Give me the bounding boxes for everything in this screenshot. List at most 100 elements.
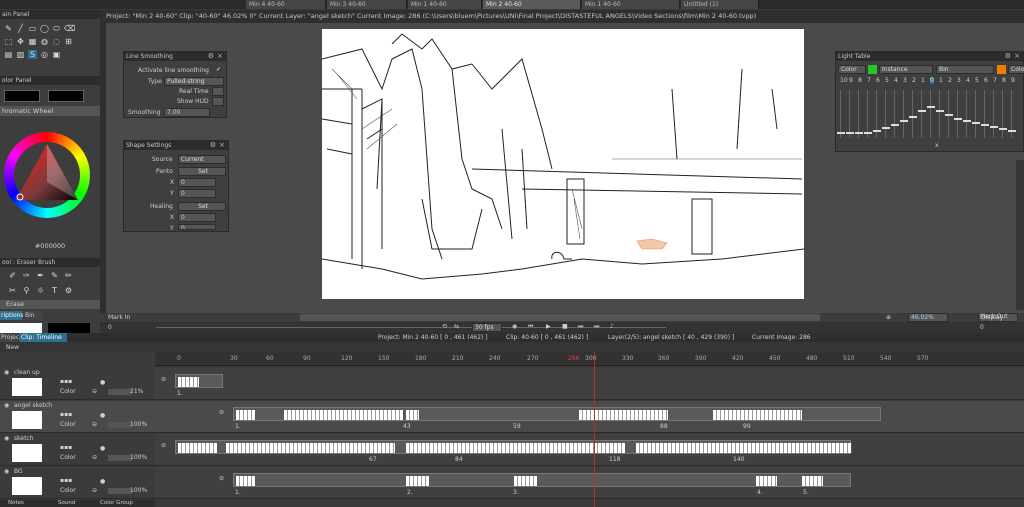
color-select-2[interactable]: Colo	[1008, 65, 1024, 74]
layer-mode[interactable]: Color	[60, 487, 76, 494]
tab-doc-1[interactable]: Min 4 40-60	[246, 0, 326, 9]
opacity-track[interactable]	[849, 90, 850, 138]
tab-doc-5[interactable]: Min 1 40-60	[582, 0, 680, 9]
hold-icon[interactable]: ⊘	[161, 442, 166, 449]
opacity-track[interactable]	[957, 90, 958, 138]
layer-thumbnail[interactable]	[12, 477, 42, 495]
close-icon[interactable]: ×	[1014, 52, 1020, 60]
layer-mode[interactable]: Color	[60, 421, 76, 428]
end-icon[interactable]: ⏭	[594, 323, 599, 331]
layer-row[interactable]: ◉ angel sketch ▪▪▪ Color ⊖ ● 100%	[0, 401, 155, 433]
layer-flags-icon[interactable]: ▪▪▪	[60, 444, 72, 451]
image-cell[interactable]	[514, 476, 538, 486]
opacity-handle[interactable]	[864, 132, 872, 134]
line-icon[interactable]: ╱	[16, 24, 25, 33]
image-cell[interactable]	[756, 476, 778, 486]
opacity-handle[interactable]	[936, 110, 944, 112]
sound-icon[interactable]: ♪	[610, 323, 614, 330]
tab-descriptions[interactable]: riptions	[0, 311, 24, 320]
opacity-track[interactable]	[894, 90, 895, 138]
track-row[interactable]: ⊘ 1. 2. 3. 4. 5.	[155, 467, 1024, 499]
rectangle-icon[interactable]: ▭	[28, 24, 37, 33]
brush-alt-icon[interactable]: ✑	[22, 271, 31, 280]
opacity-handle[interactable]	[981, 124, 989, 126]
layer-thumbnail[interactable]	[12, 444, 42, 462]
hold-icon[interactable]: ⊘	[161, 376, 166, 383]
shape-icon[interactable]: ◎	[40, 50, 49, 59]
record-icon[interactable]: ◉	[512, 323, 517, 330]
image-cell[interactable]	[236, 410, 256, 420]
airbrush-icon[interactable]: ✂	[8, 286, 17, 295]
opacity-track[interactable]	[867, 90, 868, 138]
tab-bin[interactable]: Bin	[23, 311, 43, 320]
opacity-track[interactable]	[840, 90, 841, 138]
playhead[interactable]	[594, 352, 595, 507]
layer-row[interactable]: ◉ BG ▪▪▪ Color ⊖ ● 100%	[0, 467, 155, 499]
eraser-icon[interactable]: ⌫	[64, 24, 75, 33]
opacity-handle[interactable]	[972, 122, 980, 124]
layer-name[interactable]: angel sketch	[14, 402, 52, 409]
zoom-input[interactable]: 46.02%	[908, 313, 948, 322]
felt-icon[interactable]: ✎	[50, 271, 59, 280]
opacity-handle[interactable]	[846, 132, 854, 134]
layer-thumbnail[interactable]	[12, 378, 42, 396]
grid-icon[interactable]: ▤	[4, 50, 13, 59]
mark-out-value[interactable]: 0	[980, 324, 984, 331]
layer-name[interactable]: clean up	[14, 369, 40, 376]
new-layer-button[interactable]: New	[6, 344, 19, 351]
realtime-checkbox[interactable]	[212, 87, 224, 96]
healing-x-input[interactable]: 0	[178, 213, 216, 222]
tab-doc-2[interactable]: Min 3 40-60	[327, 0, 407, 9]
opacity-handle[interactable]	[927, 106, 935, 108]
opacity-slider[interactable]	[108, 455, 132, 461]
move-icon[interactable]: ✥	[16, 37, 25, 46]
smoothing-input[interactable]: 7.00	[164, 108, 210, 117]
opacity-icon[interactable]: ●	[100, 412, 105, 419]
lock-icon[interactable]: ⊖	[92, 454, 97, 461]
opacity-handle[interactable]	[963, 120, 971, 122]
opacity-handle[interactable]	[855, 132, 863, 134]
layer-row[interactable]: ◉ sketch ▪▪▪ Color ⊖ ● 100%	[0, 434, 155, 466]
opacity-handle[interactable]	[1008, 130, 1016, 132]
left-scrollbar[interactable]	[100, 23, 106, 313]
circle-icon[interactable]: ◯	[40, 24, 49, 33]
frame-ruler[interactable]: 0 30 60 90 120 150 180 210 240 270 286 300 330 360 390…	[155, 352, 1024, 366]
opacity-handle[interactable]	[954, 118, 962, 120]
instance-bar[interactable]	[233, 407, 881, 421]
tab-doc-6[interactable]: Untitled (1)	[681, 0, 759, 9]
pick-icon[interactable]: ⚲	[22, 286, 31, 295]
opacity-track[interactable]	[930, 90, 931, 138]
layer-flags-icon[interactable]: ▪▪▪	[60, 477, 72, 484]
drawing-canvas[interactable]	[322, 29, 804, 299]
zoom-icon[interactable]: ⊕	[886, 314, 891, 321]
opacity-track[interactable]	[939, 90, 940, 138]
opacity-track[interactable]	[984, 90, 985, 138]
notes-button[interactable]: Notes	[8, 500, 24, 506]
opacity-handle[interactable]	[999, 128, 1007, 130]
bin-select[interactable]: Bin	[936, 65, 994, 74]
type-select[interactable]: Pulled-string	[164, 77, 224, 86]
layer-visibility-icon[interactable]: ◉	[4, 369, 9, 376]
hold-icon[interactable]: ⊘	[219, 475, 224, 482]
layer-row[interactable]: ◉ clean up ▪▪▪ Color ⊖ ● 21%	[0, 368, 155, 400]
color-group-button[interactable]: Color Group	[100, 500, 133, 506]
ellipse-icon[interactable]: ⬭	[52, 24, 61, 33]
image-cell[interactable]	[579, 410, 669, 420]
horizontal-scrollbar[interactable]	[300, 314, 820, 321]
warp-icon[interactable]: ◌	[52, 37, 61, 46]
mask-icon[interactable]: ▧	[16, 50, 25, 59]
opacity-track[interactable]	[912, 90, 913, 138]
stop-icon[interactable]: ■	[562, 323, 568, 330]
primary-color-swatch[interactable]	[4, 90, 40, 102]
stamp-icon[interactable]: ⚙	[64, 286, 73, 295]
panel-settings-icon[interactable]: ⚙	[210, 141, 216, 149]
healing-y-input[interactable]: 0	[178, 224, 216, 230]
hold-icon[interactable]: ⊘	[219, 409, 224, 416]
blur-icon[interactable]: ☼	[36, 286, 45, 295]
opacity-slider[interactable]	[108, 422, 132, 428]
pencil-icon[interactable]: ✏	[64, 271, 73, 280]
image-cell[interactable]	[406, 443, 626, 453]
lock-icon[interactable]: ⊖	[92, 421, 97, 428]
orange-swatch[interactable]	[997, 65, 1006, 74]
tab-project[interactable]: Project	[0, 333, 22, 342]
